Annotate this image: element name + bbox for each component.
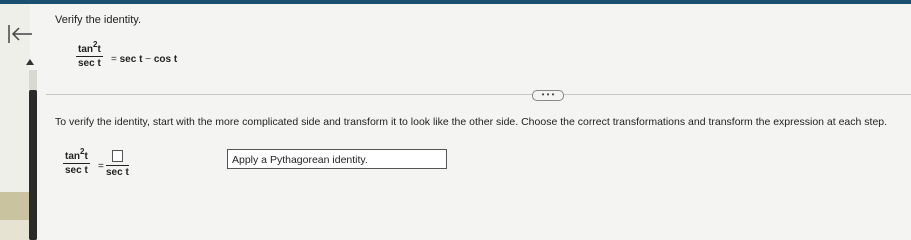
answer-input-box[interactable] (111, 150, 123, 162)
top-accent-bar (0, 0, 911, 4)
step-lhs-numerator: tan2t (63, 147, 90, 164)
step-lhs-fraction: tan2t sec t (63, 147, 90, 176)
back-arrow-icon[interactable] (6, 23, 34, 45)
step-rhs-numerator (106, 150, 129, 166)
scroll-up-icon[interactable] (25, 58, 35, 66)
identity-lhs-fraction: tan2t sec t (76, 40, 103, 69)
transformation-select[interactable]: Apply a Pythagorean identity. (227, 149, 447, 169)
step-rhs-fraction: sec t (106, 150, 129, 178)
side-panel-tab (0, 192, 29, 220)
step-equals-sign: = (98, 161, 104, 172)
section-divider (46, 94, 911, 95)
step-rhs-denominator: sec t (106, 167, 129, 178)
instruction-text: To verify the identity, start with the m… (55, 116, 888, 128)
side-panel-lower (0, 220, 29, 240)
identity-lhs-numerator: tan2t (76, 40, 103, 57)
identity-rhs: = sec t − cos t (111, 54, 178, 65)
expand-more-button[interactable]: • • • (532, 90, 564, 101)
identity-lhs-denominator: sec t (78, 58, 101, 69)
scrollbar-thumb[interactable] (29, 90, 37, 240)
step-lhs-denominator: sec t (65, 165, 88, 176)
question-prompt: Verify the identity. (55, 14, 142, 26)
